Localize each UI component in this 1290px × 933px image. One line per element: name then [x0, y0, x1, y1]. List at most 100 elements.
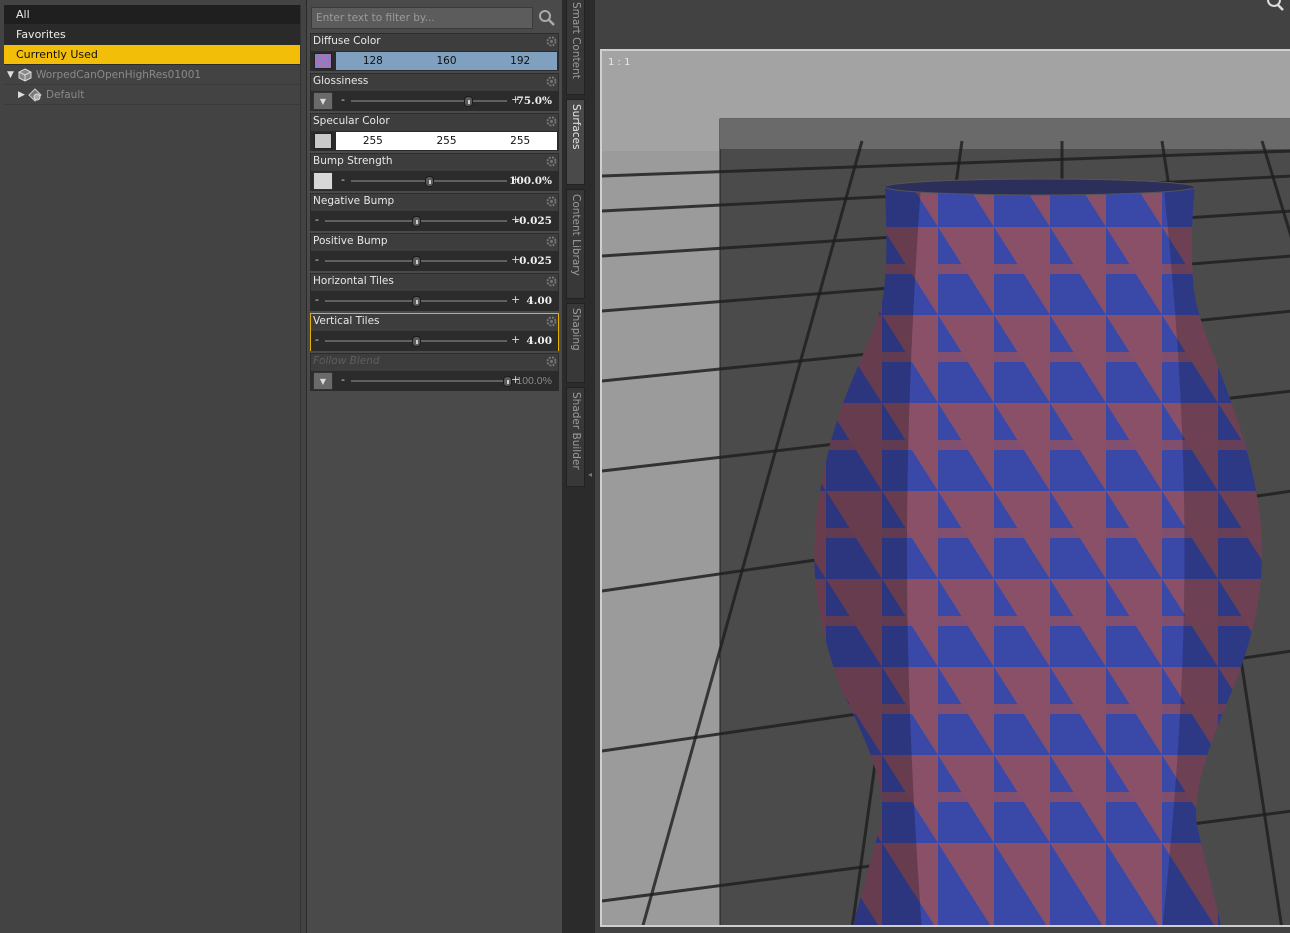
filter-all[interactable]: All: [4, 5, 300, 25]
viewport-search-icon[interactable]: [1263, 0, 1285, 14]
tab-shaping[interactable]: Shaping: [566, 303, 585, 383]
color-channel-g[interactable]: 160: [410, 52, 484, 70]
property-label: Horizontal Tiles: [313, 275, 394, 287]
property-label: Follow Blend: [313, 355, 380, 367]
gear-icon[interactable]: [546, 276, 557, 287]
property-value[interactable]: -0.025: [515, 211, 552, 231]
search-icon[interactable]: [538, 8, 556, 28]
tree-item-figure[interactable]: ▼ WorpedCanOpenHighRes01001: [4, 65, 300, 85]
filter-search-input[interactable]: Enter text to filter by...: [311, 7, 533, 29]
collapse-arrow-icon[interactable]: ▶: [18, 85, 25, 105]
tree-item-label: Default: [46, 89, 85, 101]
property-control: ▼ - +100.0%: [311, 371, 558, 391]
gear-icon[interactable]: [546, 236, 557, 247]
tab-content-library[interactable]: Content Library: [566, 189, 585, 299]
filter-favorites[interactable]: Favorites: [4, 25, 300, 45]
property-value[interactable]: 100.0%: [509, 171, 552, 191]
color-channel-r[interactable]: 255: [336, 132, 410, 150]
slider-track[interactable]: [351, 100, 507, 102]
gear-icon[interactable]: [546, 36, 557, 47]
color-channel-g[interactable]: 255: [410, 132, 484, 150]
gear-icon[interactable]: [546, 196, 557, 207]
slider-handle[interactable]: [412, 336, 421, 347]
property-horizontal-tiles[interactable]: Horizontal Tiles - +4.00: [310, 273, 559, 311]
property-glossiness[interactable]: Glossiness ▼ - +75.0%: [310, 73, 559, 111]
decrement-icon[interactable]: -: [315, 294, 319, 306]
property-control: 255 255 255: [311, 131, 558, 151]
property-value[interactable]: 4.00: [526, 291, 552, 311]
slider-handle[interactable]: [412, 256, 421, 267]
decrement-icon[interactable]: -: [341, 374, 345, 386]
property-control: 128 160 192: [311, 51, 558, 71]
figure-icon: [18, 68, 32, 82]
decrement-icon[interactable]: -: [341, 94, 345, 106]
color-channel-b[interactable]: 255: [483, 132, 557, 150]
decrement-icon[interactable]: -: [341, 174, 345, 186]
property-control: - +4.00: [311, 291, 558, 311]
decrement-icon[interactable]: -: [315, 334, 319, 346]
property-specular-color[interactable]: Specular Color 255 255 255: [310, 113, 559, 151]
surface-selection-panel: All Favorites Currently Used ▼ WorpedCan…: [0, 0, 307, 933]
property-bump-strength[interactable]: Bump Strength - +100.0%: [310, 153, 559, 191]
texture-map-swatch[interactable]: [314, 53, 332, 69]
filter-currently-used[interactable]: Currently Used: [4, 45, 300, 65]
property-follow-blend[interactable]: Follow Blend ▼ - +100.0%: [310, 353, 559, 391]
property-vertical-tiles[interactable]: Vertical Tiles - +4.00: [310, 313, 559, 351]
tab-surfaces[interactable]: Surfaces: [566, 99, 585, 185]
3d-viewport[interactable]: 1 : 1: [600, 49, 1290, 927]
color-value-fields[interactable]: 255 255 255: [336, 132, 557, 150]
property-control: - +4.00: [311, 331, 558, 351]
slider-handle[interactable]: [425, 176, 434, 187]
slider-handle[interactable]: [412, 216, 421, 227]
increment-icon[interactable]: +: [511, 294, 520, 306]
property-negative-bump[interactable]: Negative Bump - + -0.025: [310, 193, 559, 231]
property-value[interactable]: 75.0%: [516, 91, 552, 111]
gear-icon[interactable]: [546, 316, 557, 327]
scene-render[interactable]: [602, 51, 1290, 927]
gear-icon[interactable]: [546, 356, 557, 367]
decrement-icon[interactable]: -: [315, 214, 319, 226]
expand-arrow-icon[interactable]: ▼: [7, 65, 14, 85]
property-label: Specular Color: [313, 115, 390, 127]
tree-item-label: WorpedCanOpenHighRes01001: [36, 69, 202, 81]
material-group-icon: [28, 88, 42, 102]
app-window: All Favorites Currently Used ▼ WorpedCan…: [0, 0, 1290, 933]
slider-handle[interactable]: [412, 296, 421, 307]
property-label: Vertical Tiles: [313, 315, 380, 327]
surfaces-panel: Enter text to filter by... Diffuse Color…: [307, 0, 563, 933]
map-dropdown-button[interactable]: ▼: [313, 92, 333, 110]
panel-resize-grip[interactable]: ◂: [588, 470, 593, 488]
side-tab-strip: Smart Content Surfaces Content Library S…: [563, 0, 595, 933]
property-value[interactable]: 4.00: [526, 331, 552, 351]
tab-smart-content[interactable]: Smart Content: [566, 0, 585, 95]
decrement-icon[interactable]: -: [315, 254, 319, 266]
property-value[interactable]: 0.025: [519, 251, 552, 271]
color-channel-r[interactable]: 128: [336, 52, 410, 70]
property-positive-bump[interactable]: Positive Bump - +0.025: [310, 233, 559, 271]
tab-shader-builder[interactable]: Shader Builder: [566, 387, 585, 487]
gear-icon[interactable]: [546, 116, 557, 127]
property-control: - +100.0%: [311, 171, 558, 191]
gear-icon[interactable]: [546, 156, 557, 167]
property-value[interactable]: 100.0%: [516, 371, 552, 391]
zoom-label: 1 : 1: [608, 57, 631, 68]
slider-handle[interactable]: [464, 96, 473, 107]
slider-track[interactable]: [351, 380, 507, 382]
property-control: ▼ - +75.0%: [311, 91, 558, 111]
map-dropdown-button[interactable]: ▼: [313, 372, 333, 390]
color-channel-b[interactable]: 192: [483, 52, 557, 70]
property-label: Negative Bump: [313, 195, 395, 207]
viewport-area: 1 : 1: [595, 0, 1290, 933]
color-swatch[interactable]: [314, 133, 332, 149]
property-label: Bump Strength: [313, 155, 393, 167]
property-label: Diffuse Color: [313, 35, 381, 47]
filter-and-tree: All Favorites Currently Used ▼ WorpedCan…: [4, 5, 301, 933]
property-diffuse-color[interactable]: Diffuse Color 128 160 192: [310, 33, 559, 71]
color-value-fields[interactable]: 128 160 192: [336, 52, 557, 70]
property-label: Glossiness: [313, 75, 369, 87]
gear-icon[interactable]: [546, 76, 557, 87]
tree-item-default[interactable]: ▶ Default: [4, 85, 300, 105]
map-swatch[interactable]: [313, 172, 333, 190]
property-label: Positive Bump: [313, 235, 388, 247]
increment-icon[interactable]: +: [511, 334, 520, 346]
